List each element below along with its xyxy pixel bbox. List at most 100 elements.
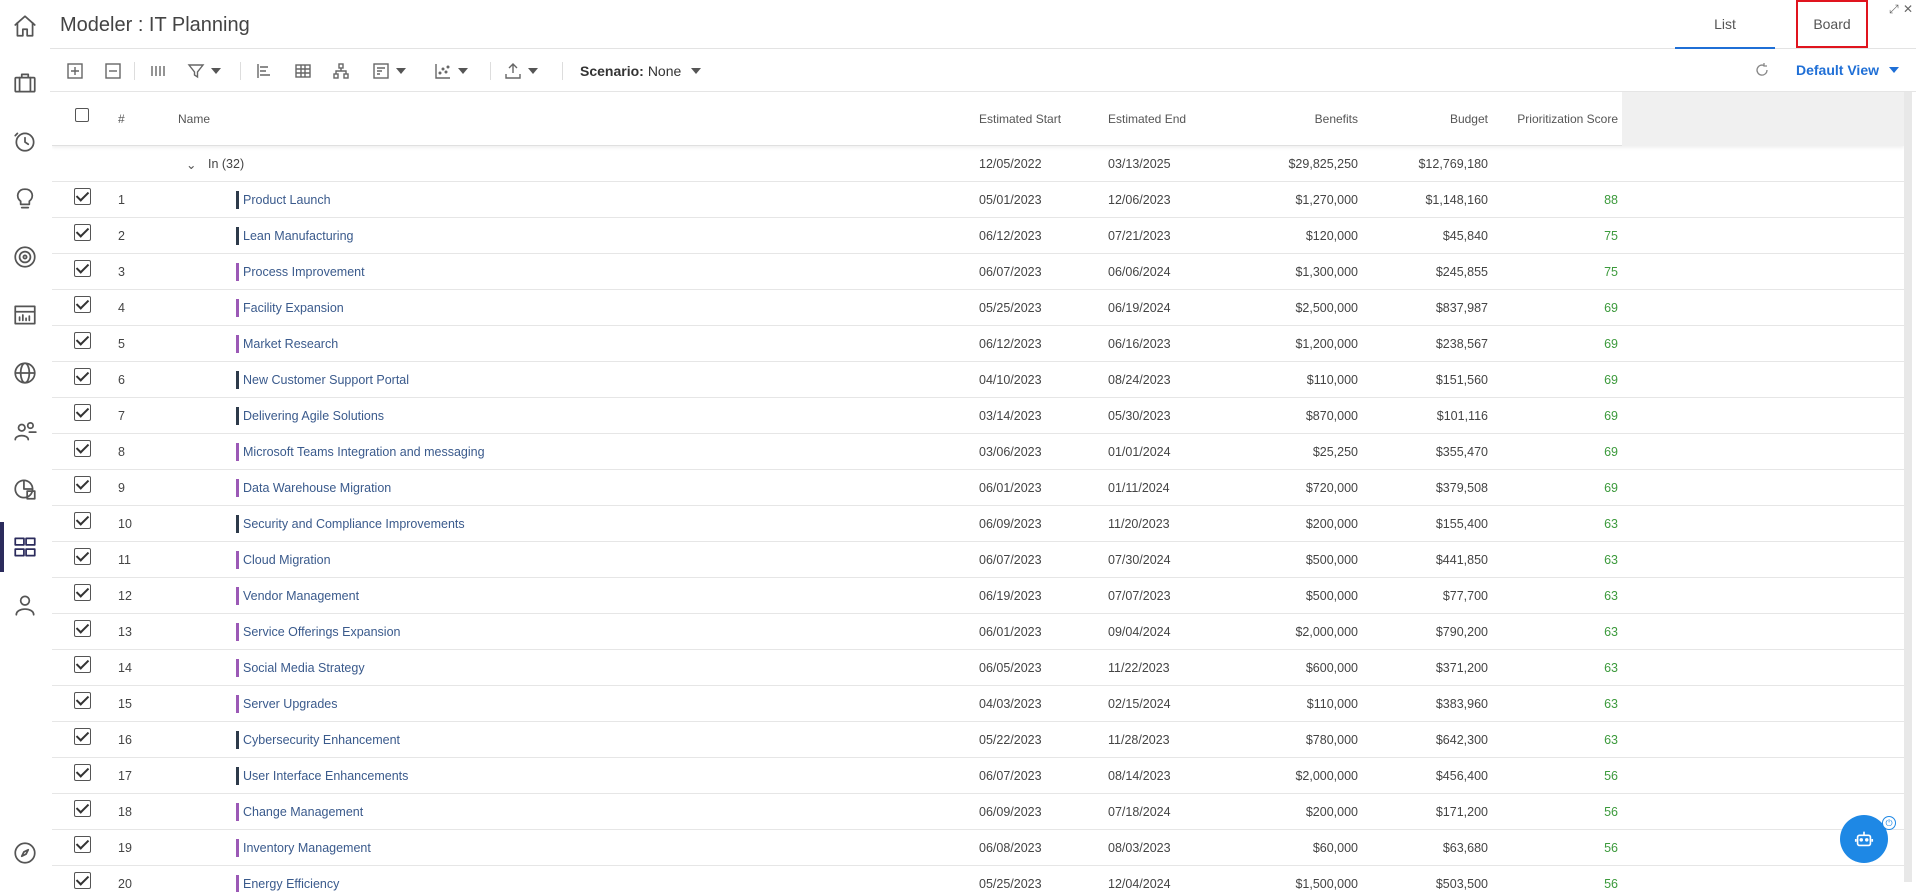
modeler-icon[interactable]: [10, 532, 40, 562]
col-name[interactable]: Name: [178, 112, 210, 126]
row-name-link[interactable]: Social Media Strategy: [243, 661, 365, 675]
row-checkbox[interactable]: [74, 692, 91, 709]
row-checkbox[interactable]: [74, 728, 91, 745]
row-checkbox[interactable]: [74, 260, 91, 277]
table-row[interactable]: 5 Market Research 06/12/2023 06/16/2023 $1,2…: [52, 326, 1904, 362]
row-checkbox[interactable]: [74, 656, 91, 673]
row-name-link[interactable]: Change Management: [243, 805, 363, 819]
table-row[interactable]: 1 Product Launch 05/01/2023 12/06/2023 $1,27…: [52, 182, 1904, 218]
compass-icon[interactable]: [10, 838, 40, 868]
table-row[interactable]: 4 Facility Expansion 05/25/2023 06/19/2024 $…: [52, 290, 1904, 326]
user-icon[interactable]: [10, 590, 40, 620]
col-prioritization-score[interactable]: Prioritization Score: [1468, 112, 1618, 126]
briefcase-icon[interactable]: [10, 68, 40, 98]
row-checkbox[interactable]: [74, 476, 91, 493]
select-all-checkbox[interactable]: [75, 108, 89, 122]
table-row[interactable]: 13 Service Offerings Expansion 06/01/2023 0…: [52, 614, 1904, 650]
close-icon[interactable]: ✕: [1903, 2, 1913, 16]
row-checkbox[interactable]: [74, 836, 91, 853]
table-row[interactable]: 6 New Customer Support Portal 04/10/2023 08…: [52, 362, 1904, 398]
col-number[interactable]: #: [118, 112, 125, 126]
vertical-scrollbar[interactable]: [1904, 92, 1912, 882]
row-checkbox[interactable]: [74, 512, 91, 529]
default-view-dropdown[interactable]: Default View: [1796, 62, 1899, 78]
gantt-button[interactable]: [256, 61, 274, 81]
row-name-link[interactable]: Inventory Management: [243, 841, 371, 855]
table-row[interactable]: 10 Security and Compliance Improvements 06…: [52, 506, 1904, 542]
row-checkbox[interactable]: [74, 368, 91, 385]
scatter-dropdown[interactable]: [434, 61, 468, 81]
table-row[interactable]: 20 Energy Efficiency 05/25/2023 12/04/2024 $…: [52, 866, 1904, 892]
row-name-link[interactable]: Facility Expansion: [243, 301, 344, 315]
globe-icon[interactable]: [10, 358, 40, 388]
row-checkbox[interactable]: [74, 764, 91, 781]
assistant-bot-button[interactable]: [1840, 815, 1888, 863]
table-row[interactable]: 7 Delivering Agile Solutions 03/14/2023 05/…: [52, 398, 1904, 434]
col-benefits[interactable]: Benefits: [1258, 112, 1358, 126]
row-checkbox[interactable]: [74, 188, 91, 205]
home-icon[interactable]: [10, 11, 40, 41]
table-row[interactable]: 17 User Interface Enhancements 06/07/2023 0…: [52, 758, 1904, 794]
row-checkbox[interactable]: [74, 872, 91, 889]
reports-icon[interactable]: [10, 474, 40, 504]
scenario-selector[interactable]: Scenario: None: [580, 63, 702, 79]
row-name-link[interactable]: Service Offerings Expansion: [243, 625, 401, 639]
refresh-icon[interactable]: [1754, 62, 1770, 78]
table-row[interactable]: 2 Lean Manufacturing 06/12/2023 07/21/2023 $…: [52, 218, 1904, 254]
row-checkbox[interactable]: [74, 620, 91, 637]
tab-list[interactable]: List: [1675, 0, 1775, 49]
power-icon[interactable]: ⏻: [1882, 816, 1896, 830]
row-name-link[interactable]: Data Warehouse Migration: [243, 481, 391, 495]
row-name-link[interactable]: Server Upgrades: [243, 697, 338, 711]
export-dropdown[interactable]: [504, 61, 538, 81]
row-name-link[interactable]: Delivering Agile Solutions: [243, 409, 384, 423]
expand-all-button[interactable]: [66, 61, 84, 81]
layout-dropdown[interactable]: [372, 61, 406, 81]
row-name-link[interactable]: Microsoft Teams Integration and messagin…: [243, 445, 485, 459]
collapse-all-button[interactable]: [104, 61, 122, 81]
row-name-link[interactable]: Cloud Migration: [243, 553, 331, 567]
table-row[interactable]: 11 Cloud Migration 06/07/2023 07/30/2024 $50…: [52, 542, 1904, 578]
people-icon[interactable]: [10, 416, 40, 446]
row-name-link[interactable]: New Customer Support Portal: [243, 373, 409, 387]
row-checkbox[interactable]: [74, 584, 91, 601]
row-name-link[interactable]: Cybersecurity Enhancement: [243, 733, 400, 747]
chevron-down-icon[interactable]: ⌄: [186, 157, 196, 172]
row-checkbox[interactable]: [74, 440, 91, 457]
row-name-link[interactable]: Market Research: [243, 337, 338, 351]
chart-icon[interactable]: [10, 300, 40, 330]
expand-icon[interactable]: ⤢: [1889, 2, 1899, 17]
row-name-link[interactable]: Process Improvement: [243, 265, 365, 279]
row-name-link[interactable]: User Interface Enhancements: [243, 769, 408, 783]
group-row[interactable]: ⌄ In (32) 12/05/2022 03/13/2025 $29,825,…: [52, 146, 1904, 182]
hierarchy-button[interactable]: [332, 61, 350, 81]
clock-icon[interactable]: [10, 126, 40, 156]
table-row[interactable]: 12 Vendor Management 06/19/2023 07/07/2023 $…: [52, 578, 1904, 614]
row-name-link[interactable]: Lean Manufacturing: [243, 229, 354, 243]
tab-board[interactable]: Board: [1796, 0, 1868, 48]
table-row[interactable]: 16 Cybersecurity Enhancement 05/22/2023 11/…: [52, 722, 1904, 758]
lightbulb-icon[interactable]: [10, 184, 40, 214]
table-row[interactable]: 15 Server Upgrades 04/03/2023 02/15/2024 $11…: [52, 686, 1904, 722]
row-name-link[interactable]: Security and Compliance Improvements: [243, 517, 465, 531]
columns-button[interactable]: [150, 61, 168, 81]
row-name-link[interactable]: Product Launch: [243, 193, 331, 207]
filter-button[interactable]: [187, 61, 221, 81]
table-row[interactable]: 9 Data Warehouse Migration 06/01/2023 01/11…: [52, 470, 1904, 506]
table-row[interactable]: 14 Social Media Strategy 06/05/2023 11/22/2…: [52, 650, 1904, 686]
row-checkbox[interactable]: [74, 800, 91, 817]
table-row[interactable]: 3 Process Improvement 06/07/2023 06/06/2024…: [52, 254, 1904, 290]
col-estimated-end[interactable]: Estimated End: [1108, 112, 1186, 126]
table-row[interactable]: 19 Inventory Management 06/08/2023 08/03/20…: [52, 830, 1904, 866]
row-name-link[interactable]: Vendor Management: [243, 589, 359, 603]
row-checkbox[interactable]: [74, 404, 91, 421]
row-checkbox[interactable]: [74, 224, 91, 241]
row-checkbox[interactable]: [74, 548, 91, 565]
grid-view-button[interactable]: [294, 61, 312, 81]
row-name-link[interactable]: Energy Efficiency: [243, 877, 339, 891]
table-row[interactable]: 8 Microsoft Teams Integration and messagi…: [52, 434, 1904, 470]
target-icon[interactable]: [10, 242, 40, 272]
row-checkbox[interactable]: [74, 332, 91, 349]
row-checkbox[interactable]: [74, 296, 91, 313]
col-estimated-start[interactable]: Estimated Start: [979, 112, 1061, 126]
